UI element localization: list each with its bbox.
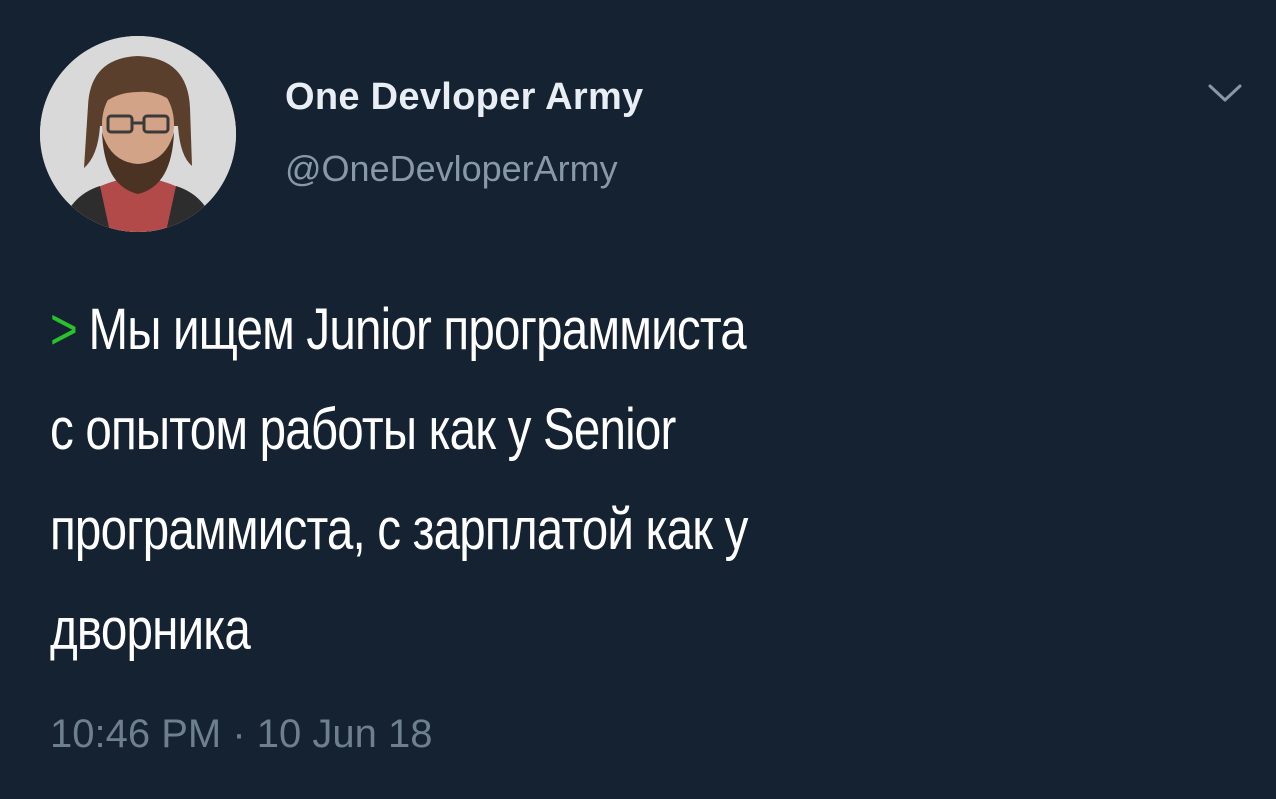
quote-mark: > <box>50 297 78 362</box>
avatar[interactable] <box>40 36 236 232</box>
tweet-card: One Devloper Army @OneDevloperArmy > Мы и… <box>0 0 1276 799</box>
chevron-down-icon[interactable] <box>1204 78 1246 108</box>
tweet-text: > Мы ищем Junior программиста с опытом ра… <box>50 280 1070 680</box>
tweet-line-2: с опытом работы как у Senior <box>50 397 676 462</box>
tweet-line-1-text: Мы ищем Junior программиста <box>88 297 746 362</box>
tweet-line-3: программиста, с зарплатой как у <box>50 497 748 562</box>
tweet-line-4: дворника <box>50 597 251 662</box>
tweet-line-1: > Мы ищем Junior программиста <box>50 280 886 380</box>
user-avatar-photo <box>40 36 236 232</box>
display-name[interactable]: One Devloper Army <box>285 76 643 119</box>
user-handle[interactable]: @OneDevloperArmy <box>285 148 618 190</box>
tweet-timestamp[interactable]: 10:46 PM · 10 Jun 18 <box>50 712 432 757</box>
